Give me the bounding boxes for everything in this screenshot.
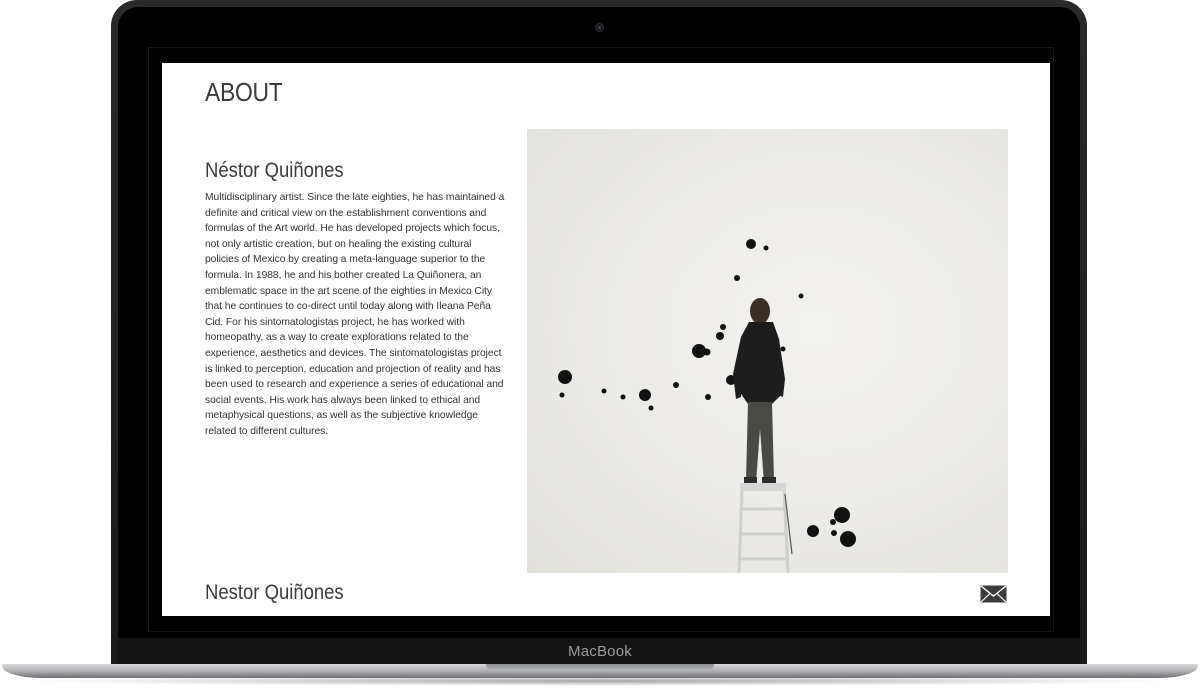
- footer-artist-name: Nestor Quiñones: [205, 581, 344, 604]
- page-title: ABOUT: [205, 77, 283, 107]
- device-brand-label: MacBook: [568, 643, 632, 660]
- envelope-icon[interactable]: [980, 585, 1007, 603]
- artist-bio: Multidisciplinary artist. Since the late…: [205, 192, 505, 437]
- website-screen: ABOUT Néstor Quiñones Multidisciplinary …: [162, 63, 1050, 616]
- artist-photo: [527, 129, 1008, 574]
- laptop-notch: [486, 664, 714, 671]
- camera-icon: [596, 24, 603, 31]
- artist-name: Néstor Quiñones: [205, 159, 344, 182]
- artist-photo-illustration: [558, 239, 856, 574]
